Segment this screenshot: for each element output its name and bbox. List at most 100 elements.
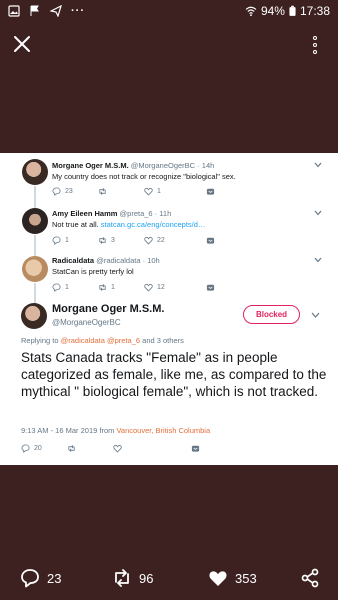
heart-icon [209,571,227,586]
reply-button[interactable]: 1 [52,236,98,245]
image-icon [8,5,20,17]
retweet-button[interactable]: 1 [98,283,144,292]
reply-button[interactable]: 23 [52,187,98,196]
bottom-share-button[interactable] [300,568,320,588]
like-count: 12 [157,284,165,291]
main-tweet-meta: 9:13 AM - 16 Mar 2019 from Vancouver, Br… [21,426,210,435]
bottom-reply-count: 23 [47,570,62,586]
thread-line [34,186,36,210]
chevron-down-icon[interactable] [314,257,322,263]
close-icon[interactable] [13,35,31,53]
share-button[interactable] [191,444,200,453]
share-button[interactable] [206,283,215,292]
reply-count: 23 [65,188,73,195]
heart-icon [144,283,153,292]
bottom-like-button[interactable]: 353 [208,568,257,588]
heart-icon [113,444,122,453]
bottom-action-bar: 23 96 353 [0,560,338,596]
reply-icon [21,444,30,453]
main-tweet-avatar[interactable] [21,303,47,329]
tweet-time: · 11h [154,209,172,218]
author-handle: @radicaldata [96,256,141,265]
battery-percent: 94% [260,4,285,18]
tweet-link[interactable]: statcan.gc.ca/eng/concepts/d… [101,220,206,229]
share-icon [206,237,215,244]
heart-icon [144,187,153,196]
replying-suffix[interactable]: and 3 others [140,336,184,345]
retweet-count: 3 [111,237,115,244]
flag-icon [30,5,39,16]
reply-count: 20 [34,445,42,452]
author-name[interactable]: Amy Eileen Hamm [52,209,117,218]
reply-icon [52,236,61,245]
author-name[interactable]: Morgane Oger M.S.M. [52,161,129,170]
like-button[interactable]: 12 [144,283,206,292]
like-button[interactable] [113,444,191,453]
tweet-actions: 1 1 12 [52,283,215,292]
retweet-button[interactable] [67,444,113,453]
reply-icon [52,283,61,292]
main-tweet-location[interactable]: Vancouver, British Columbia [116,426,210,435]
replying-handles[interactable]: @radicaldata @preta_6 [61,336,140,345]
author-handle: @MorganeOgerBC [130,161,196,170]
retweet-count: 1 [111,284,115,291]
author-name[interactable]: Radicaldata [52,256,94,265]
battery-icon [289,5,296,16]
like-button[interactable]: 1 [144,187,206,196]
replying-to: Replying to @radicaldata @preta_6 and 3 … [21,336,184,345]
avatar[interactable] [22,256,48,282]
thread-line [34,235,36,258]
main-tweet-author-handle[interactable]: @MorganeOgerBC [52,318,121,327]
share-button[interactable] [206,236,215,245]
chevron-down-icon[interactable] [314,210,322,216]
share-icon [191,445,200,452]
reply-icon [52,187,61,196]
overflow-menu-icon[interactable] [312,36,318,54]
retweet-icon [115,569,129,587]
main-tweet-author-name[interactable]: Morgane Oger M.S.M. [52,303,164,315]
retweet-icon [68,445,75,452]
main-tweet-actions: 20 [21,444,200,453]
clock-time: 17:38 [299,4,330,18]
tweet-actions: 1 3 22 [52,236,215,245]
like-count: 1 [157,188,161,195]
reply-button[interactable]: 20 [21,444,67,453]
avatar[interactable] [22,208,48,234]
retweet-icon [99,237,106,244]
blocked-button[interactable]: Blocked [243,305,300,324]
tweet-text: StatCan is pretty terfy lol [52,267,134,276]
share-icon [206,284,215,291]
retweet-button[interactable]: 3 [98,236,144,245]
reply-icon [21,569,39,588]
tweet-actions: 23 1 [52,187,215,196]
heart-icon [144,236,153,245]
share-icon [301,568,319,588]
chevron-down-icon[interactable] [311,312,320,318]
more-dots-icon: ··· [71,5,85,17]
bottom-retweet-count: 96 [139,570,154,586]
share-icon [206,188,215,195]
bottom-reply-button[interactable]: 23 [20,568,61,588]
chevron-down-icon[interactable] [314,162,322,168]
like-button[interactable]: 22 [144,236,206,245]
tweet-text: My country does not track or recognize "… [52,172,236,181]
avatar[interactable] [22,159,48,185]
reply-count: 1 [65,237,69,244]
tweet-time: · 14h [197,161,215,170]
reply-button[interactable]: 1 [52,283,98,292]
main-tweet-timestamp: 9:13 AM - 16 Mar 2019 from [21,426,117,435]
bottom-like-count: 353 [235,570,257,586]
like-count: 22 [157,237,165,244]
tweet-time: · 10h [142,256,160,265]
main-tweet-text: Stats Canada tracks "Female" as in peopl… [21,350,327,399]
retweet-icon [99,188,106,195]
send-icon [50,5,62,17]
wifi-icon [245,6,257,17]
retweet-button[interactable] [98,187,144,196]
share-button[interactable] [206,187,215,196]
author-handle: @preta_6 [119,209,153,218]
tweet-text: Not true at all. [52,220,101,229]
bottom-retweet-button[interactable]: 96 [112,568,153,588]
replying-prefix: Replying to [21,336,61,345]
status-bar: ··· 94% 17:38 [0,0,338,24]
